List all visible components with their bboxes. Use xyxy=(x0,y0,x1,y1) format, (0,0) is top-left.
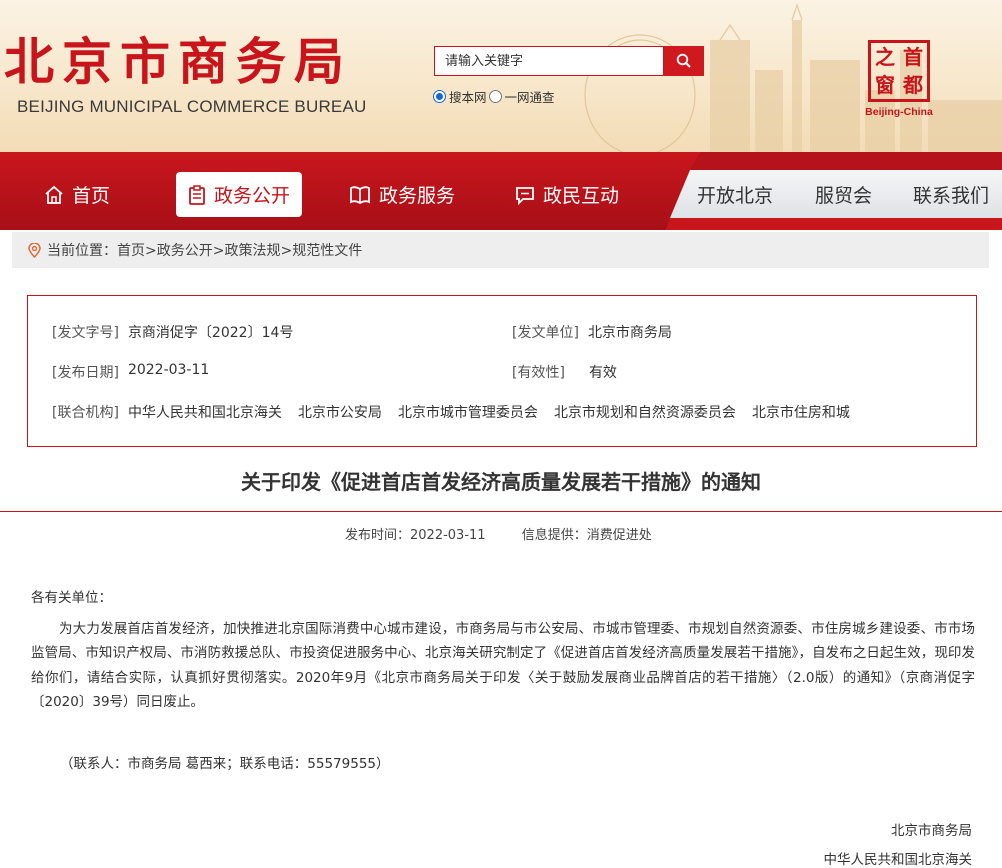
document-icon xyxy=(189,184,205,205)
nav-gov-affairs-label: 政务公开 xyxy=(214,185,291,207)
home-icon xyxy=(45,185,63,204)
contact-info: （联系人：市商务局 葛西来；联系电话：55579555） xyxy=(60,756,390,772)
nav-home-label: 首页 xyxy=(72,185,111,207)
skyline-illustration xyxy=(584,3,1002,152)
article-body: 各有关单位： 为大力发展首店首发经济，加快推进北京国际消费中心城市建设，市商务局… xyxy=(31,586,975,715)
seal-caption: Beijing-China xyxy=(865,106,933,118)
seal-char: 首 xyxy=(903,45,923,69)
search-icon xyxy=(676,53,691,68)
site-logo-en: BEIJING MUNICIPAL COMMERCE BUREAU xyxy=(17,97,367,116)
nav-gov-services[interactable]: 政务服务 xyxy=(349,172,455,217)
article-title: 关于印发《促进首店首发经济高质量发展若干措施》的通知 xyxy=(241,470,761,494)
signature-issuer: 北京市商务局 xyxy=(891,823,972,839)
joint-org: 北京市规划和自然资源委员会 xyxy=(553,405,736,421)
nav-gov-affairs[interactable]: 政务公开 xyxy=(176,172,303,217)
scope-option-all[interactable]: 一网通查 xyxy=(488,87,555,106)
meta-key: [发文字号] xyxy=(52,325,119,341)
salutation: 各有关单位： xyxy=(31,590,112,606)
joint-org: 北京市住房和城 xyxy=(751,405,850,421)
breadcrumb-prefix: 当前位置： xyxy=(47,243,117,259)
breadcrumb: 当前位置： 首页>政务公开>政策法规>规范性文件 xyxy=(12,232,989,268)
signature-customs: 中华人民共和国北京海关 xyxy=(823,852,973,868)
scope-radio-site[interactable] xyxy=(433,90,446,103)
meta-value: 北京市商务局 xyxy=(587,325,672,341)
scope-option-label: 搜本网 xyxy=(449,90,487,105)
meta-key: [发文单位] xyxy=(512,325,579,341)
joint-org: 北京市公安局 xyxy=(297,405,382,421)
meta-key: [发布日期] xyxy=(52,365,119,381)
book-icon xyxy=(350,185,370,204)
meta-joint-orgs: [联合机构] 中华人民共和国北京海关 北京市公安局 北京市城市管理委员会 北京市… xyxy=(52,402,850,422)
scope-option-label: 一网通查 xyxy=(504,90,555,105)
meta-value: 2022-03-11 xyxy=(127,362,210,378)
search-button[interactable] xyxy=(664,46,704,76)
info-source: 信息提供：消费促进处 xyxy=(521,528,652,543)
joint-org: 中华人民共和国北京海关 xyxy=(127,405,282,421)
scope-radio-all[interactable] xyxy=(488,90,502,103)
nav-trade-fair[interactable]: 服贸会 xyxy=(815,172,872,217)
nav-open-beijing[interactable]: 开放北京 xyxy=(697,172,773,217)
search-scope: 搜本网 一网通查 xyxy=(433,87,557,106)
chat-icon xyxy=(516,186,534,205)
beijing-china-seal-logo[interactable]: 之 首 窗 都 Beijing-China xyxy=(864,40,934,122)
article-paragraph: 为大力发展首店首发经济，加快推进北京国际消费中心城市建设，市商务局与市公安局、市… xyxy=(31,620,975,711)
meta-issuer: [发文单位] 北京市商务局 xyxy=(512,322,672,342)
nav-interaction[interactable]: 政民互动 xyxy=(515,172,619,217)
meta-validity: [有效性] 有效 xyxy=(512,362,617,382)
site-logo-cn[interactable]: 北京市商务局 xyxy=(4,34,352,90)
title-divider xyxy=(0,511,1002,512)
meta-key: [联合机构] xyxy=(52,405,119,421)
meta-date: [发布日期] 2022-03-11 xyxy=(52,362,209,382)
meta-value: 京商消促字〔2022〕14号 xyxy=(127,325,294,341)
seal-frame: 之 首 窗 都 xyxy=(868,40,930,102)
main-nav: 首页 政务公开 政务服务 政民互动 开放北京 服贸会 联系我们 xyxy=(0,152,1002,230)
breadcrumb-path[interactable]: 首页>政务公开>政策法规>规范性文件 xyxy=(117,240,362,260)
document-metadata: [发文字号] 京商消促字〔2022〕14号 [发文单位] 北京市商务局 [发布日… xyxy=(27,295,977,447)
meta-value: 有效 xyxy=(588,365,617,381)
location-pin-icon xyxy=(28,242,41,258)
seal-char: 之 xyxy=(875,45,895,69)
nav-home[interactable]: 首页 xyxy=(44,172,110,217)
publish-info: 发布时间：2022-03-11 信息提供：消费促进处 xyxy=(345,524,684,543)
site-header: 北京市商务局 BEIJING MUNICIPAL COMMERCE BUREAU… xyxy=(0,0,1002,152)
seal-char: 都 xyxy=(903,73,923,97)
nav-interaction-label: 政民互动 xyxy=(543,185,620,207)
search-input[interactable] xyxy=(434,46,664,76)
publish-time: 发布时间：2022-03-11 xyxy=(345,528,486,543)
nav-contact-us[interactable]: 联系我们 xyxy=(913,172,989,217)
meta-doc-number: [发文字号] 京商消促字〔2022〕14号 xyxy=(52,322,293,342)
seal-char: 窗 xyxy=(875,73,895,97)
scope-option-site[interactable]: 搜本网 xyxy=(433,87,487,106)
meta-key: [有效性] xyxy=(512,365,565,381)
joint-org: 北京市城市管理委员会 xyxy=(397,405,538,421)
nav-gov-services-label: 政务服务 xyxy=(379,185,456,207)
